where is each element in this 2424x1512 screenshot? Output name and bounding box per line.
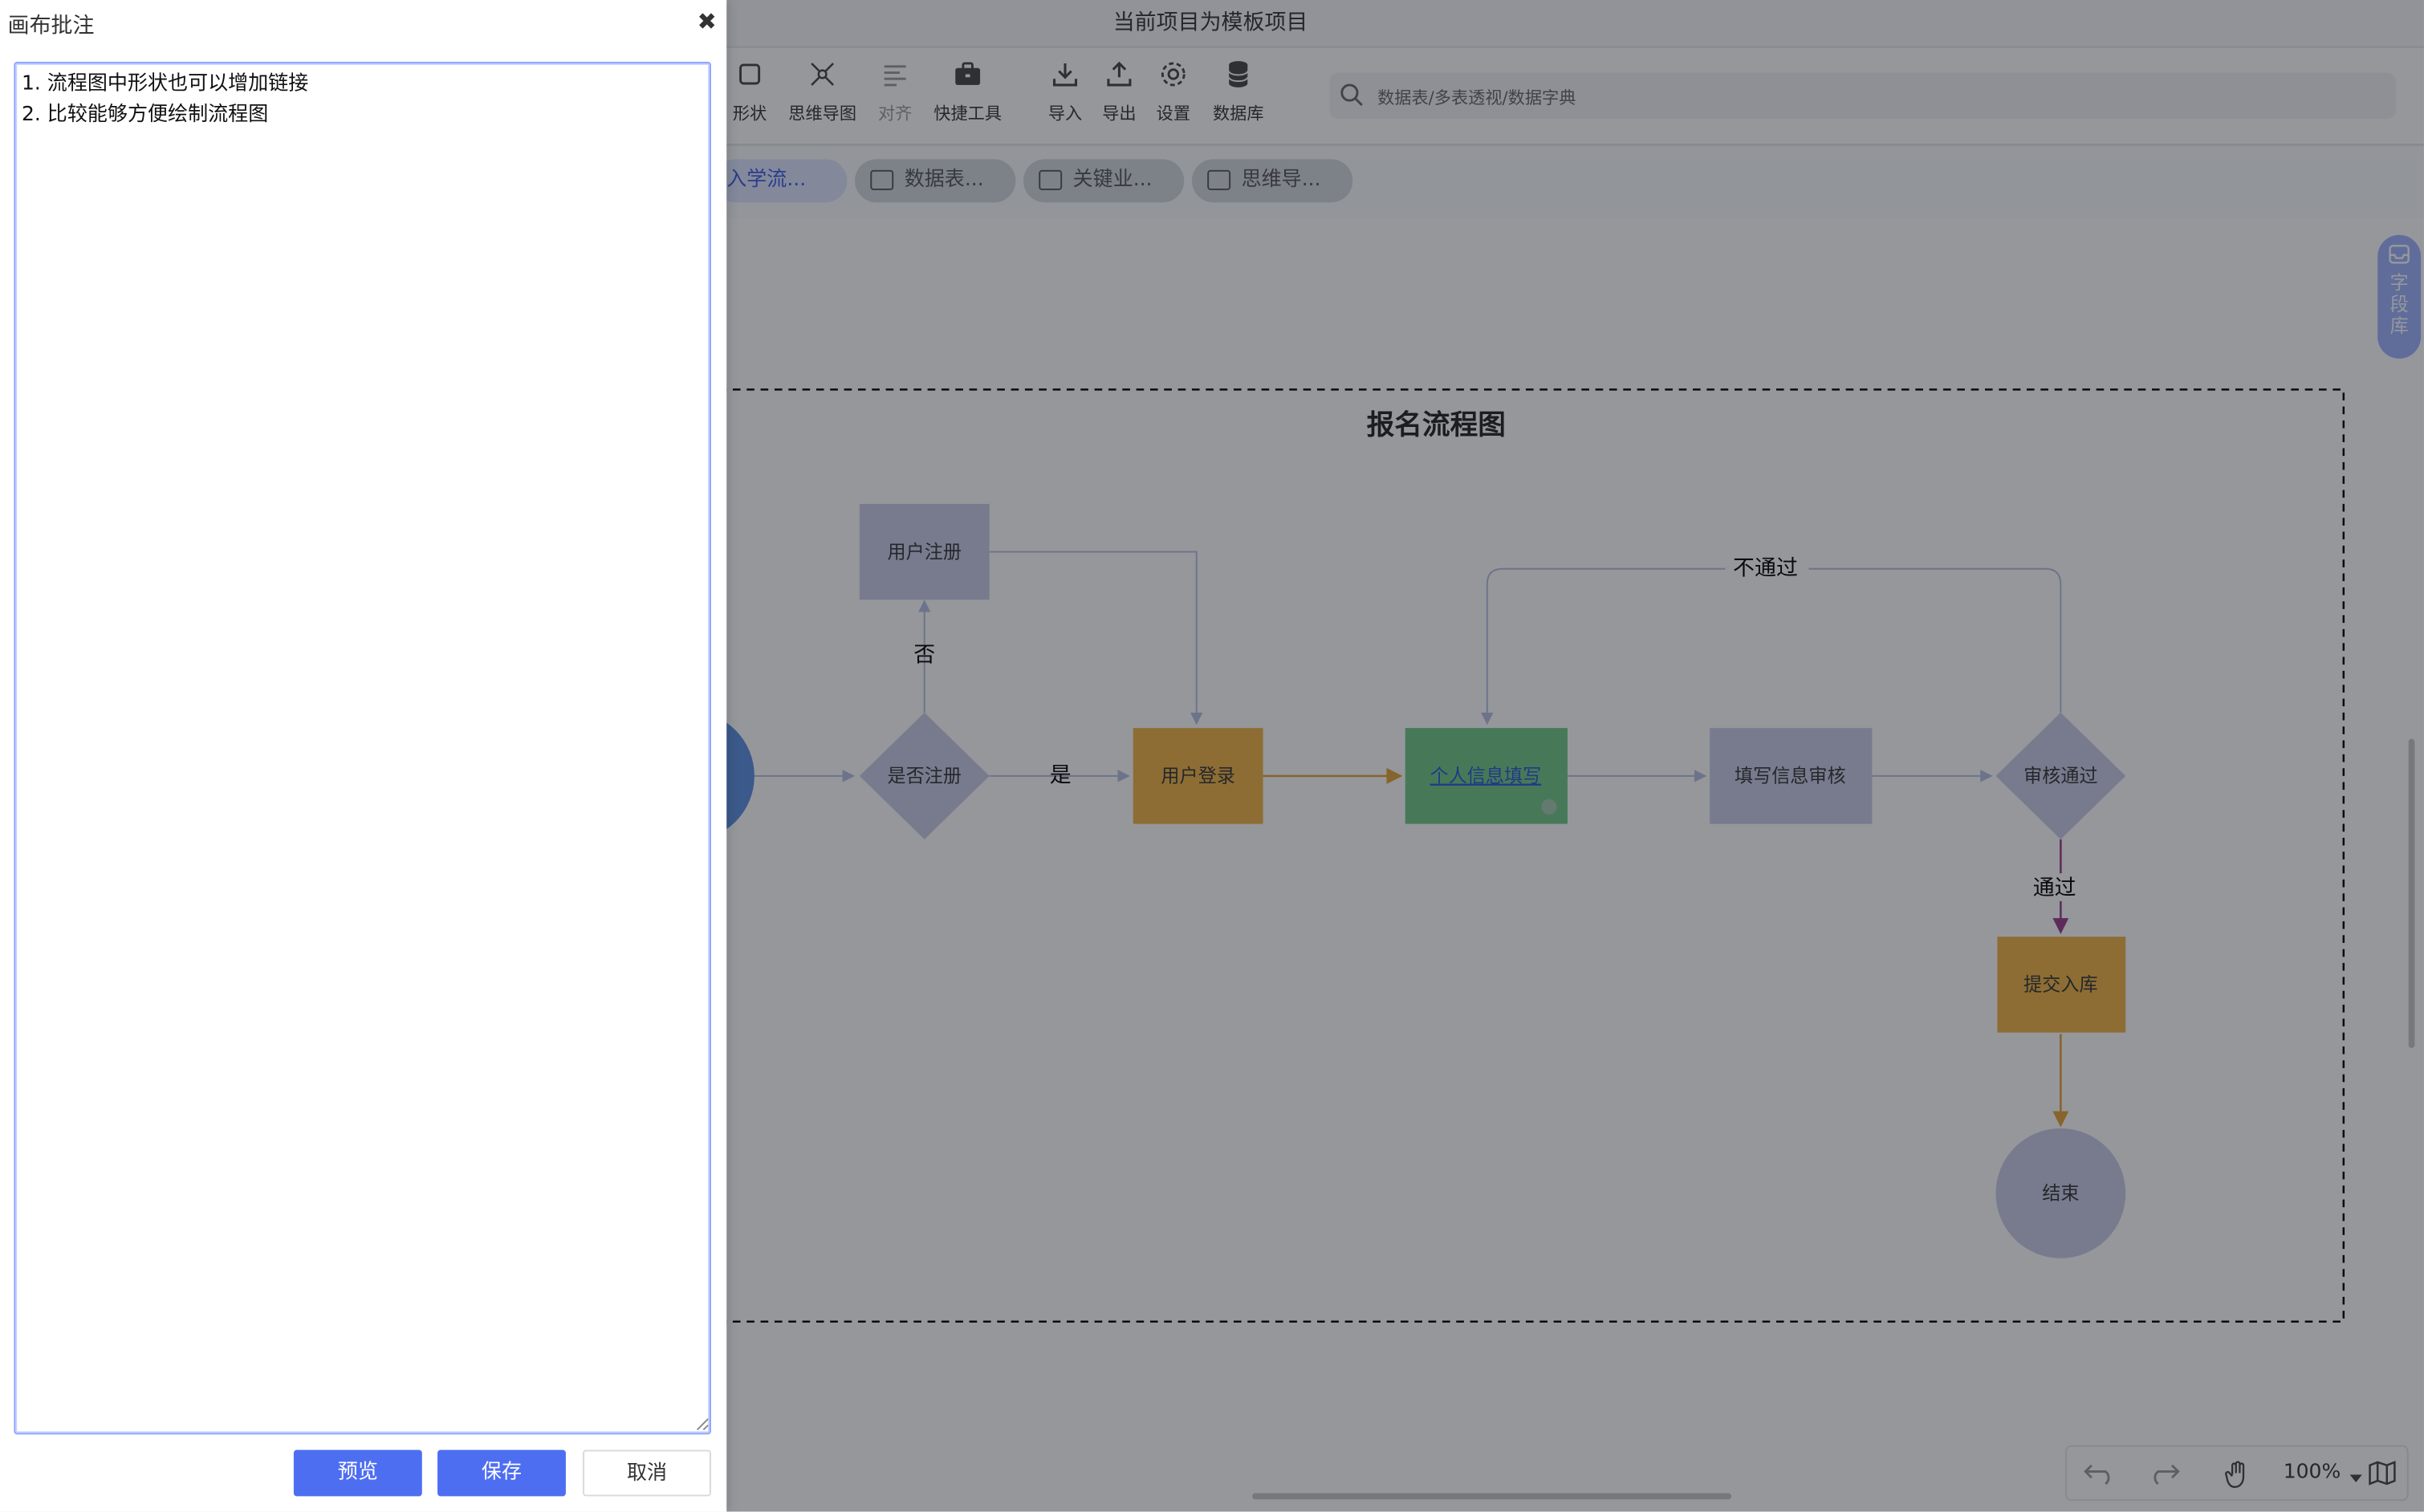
canvas-annotation-panel: 画布批注 ✖ 预览 保存 取消 <box>0 0 727 1512</box>
annotation-textarea[interactable] <box>14 62 711 1435</box>
close-icon[interactable]: ✖ <box>698 8 717 36</box>
panel-title: 画布批注 <box>7 14 95 39</box>
cancel-button[interactable]: 取消 <box>583 1449 711 1497</box>
preview-button[interactable]: 预览 <box>293 1449 422 1497</box>
resize-handle-icon[interactable] <box>694 1416 710 1431</box>
save-button[interactable]: 保存 <box>437 1449 566 1497</box>
